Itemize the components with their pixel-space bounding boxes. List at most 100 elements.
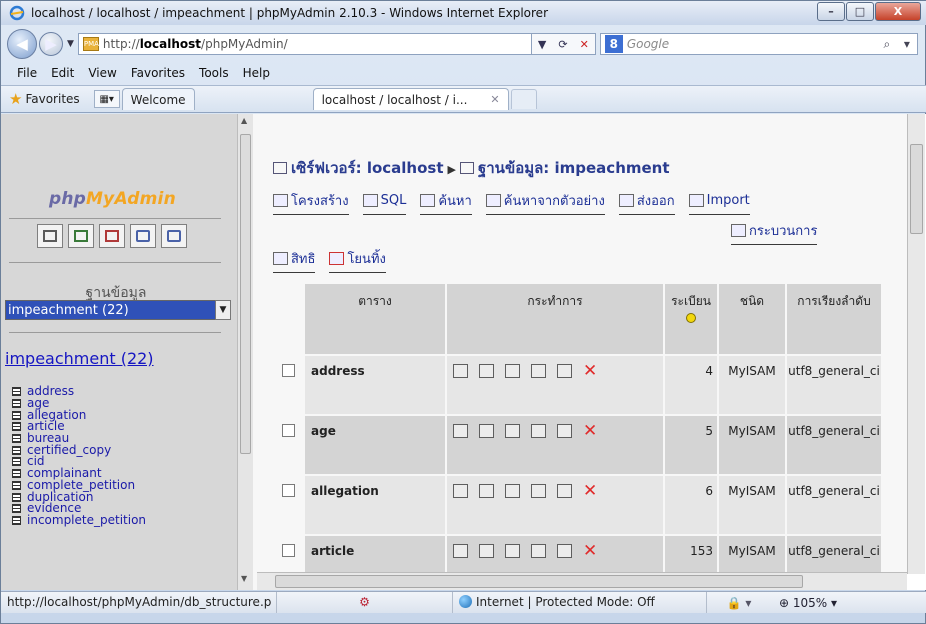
- table-icon[interactable]: [12, 515, 21, 525]
- search-box[interactable]: 8 Google ⌕ ▾: [599, 33, 918, 55]
- refresh-icon[interactable]: ⟳: [552, 38, 573, 51]
- database-link[interactable]: impeachment (22): [5, 349, 154, 368]
- scrollbar-thumb[interactable]: [240, 134, 251, 454]
- home-icon[interactable]: [37, 224, 63, 248]
- scroll-up-icon[interactable]: ▲: [241, 116, 247, 125]
- tab-localhost[interactable]: localhost / localhost / i... ✕: [312, 88, 509, 110]
- table-name[interactable]: address: [305, 356, 445, 414]
- table-list-item[interactable]: incomplete_petition: [12, 514, 146, 527]
- tab-structure[interactable]: โครงสร้าง: [273, 190, 349, 215]
- drop-icon[interactable]: ✕: [583, 543, 598, 560]
- menu-edit[interactable]: Edit: [51, 66, 74, 80]
- chevron-down-icon[interactable]: ▼: [215, 300, 231, 320]
- back-button[interactable]: ◀: [7, 29, 37, 59]
- structure-icon[interactable]: [479, 364, 494, 378]
- menu-help[interactable]: Help: [243, 66, 270, 80]
- tab-privileges[interactable]: สิทธิ: [273, 248, 316, 273]
- row-checkbox[interactable]: [281, 484, 295, 497]
- browse-icon[interactable]: [453, 364, 468, 378]
- row-checkbox[interactable]: [281, 424, 295, 437]
- forward-button[interactable]: ▶: [39, 32, 63, 56]
- menu-favorites[interactable]: Favorites: [131, 66, 185, 80]
- phpmyadmin-logo[interactable]: phpMyAdmin: [49, 189, 176, 209]
- menu-tools[interactable]: Tools: [199, 66, 229, 80]
- empty-icon[interactable]: [557, 364, 572, 378]
- table-icon[interactable]: [12, 480, 21, 490]
- scroll-down-icon[interactable]: ▼: [241, 574, 247, 583]
- tab-operations[interactable]: กระบวนการ: [731, 220, 818, 245]
- documentation-icon[interactable]: [130, 224, 156, 248]
- search-icon[interactable]: ⌕: [877, 37, 897, 52]
- zoom-control[interactable]: ⊕ 105% ▾: [771, 596, 837, 610]
- close-button[interactable]: X: [875, 2, 921, 21]
- protected-mode-icon[interactable]: 🔒 ▾: [707, 596, 771, 610]
- security-zone[interactable]: Internet | Protected Mode: Off: [453, 592, 707, 613]
- minimize-button[interactable]: –: [817, 2, 845, 21]
- structure-icon[interactable]: [479, 424, 494, 438]
- scrollbar-thumb[interactable]: [910, 144, 923, 234]
- tab-export[interactable]: ส่งออก: [618, 190, 675, 215]
- main-horizontal-scrollbar[interactable]: [257, 572, 907, 590]
- table-name[interactable]: allegation: [305, 476, 445, 534]
- drop-icon[interactable]: ✕: [583, 423, 598, 440]
- main-vertical-scrollbar[interactable]: [907, 114, 925, 574]
- insert-icon[interactable]: [531, 484, 546, 498]
- tab-query[interactable]: ค้นหาจากตัวอย่าง: [485, 190, 605, 215]
- new-tab-button[interactable]: [510, 89, 537, 109]
- tab-welcome[interactable]: Welcome: [121, 88, 195, 110]
- table-icon[interactable]: [12, 457, 21, 467]
- privacy-icon[interactable]: ⚙: [277, 592, 453, 613]
- menu-view[interactable]: View: [88, 66, 116, 80]
- table-icon[interactable]: [12, 445, 21, 455]
- row-checkbox[interactable]: [281, 364, 295, 377]
- empty-icon[interactable]: [557, 424, 572, 438]
- table-icon[interactable]: [12, 504, 21, 514]
- search-icon[interactable]: [505, 424, 520, 438]
- empty-icon[interactable]: [557, 484, 572, 498]
- table-icon[interactable]: [12, 410, 21, 420]
- browse-icon[interactable]: [453, 484, 468, 498]
- search-dropdown-icon[interactable]: ▾: [897, 37, 917, 51]
- quick-tabs-icon[interactable]: ▦▾: [93, 90, 120, 108]
- menu-file[interactable]: File: [17, 66, 37, 80]
- tab-import[interactable]: Import: [688, 190, 750, 215]
- tab-search[interactable]: ค้นหา: [420, 190, 472, 215]
- stop-icon[interactable]: ✕: [574, 38, 595, 51]
- left-frame-scrollbar[interactable]: ▲ ▼: [237, 114, 253, 590]
- maximize-button[interactable]: □: [846, 2, 874, 21]
- row-checkbox[interactable]: [281, 544, 295, 557]
- address-dropdown-icon[interactable]: ▼: [532, 38, 552, 51]
- empty-icon[interactable]: [557, 544, 572, 558]
- insert-icon[interactable]: [531, 544, 546, 558]
- table-icon[interactable]: [12, 469, 21, 479]
- breadcrumb-database[interactable]: ฐานข้อมูล: impeachment: [478, 159, 670, 177]
- sql-icon[interactable]: [99, 224, 125, 248]
- close-tab-icon[interactable]: ✕: [490, 93, 499, 106]
- structure-icon[interactable]: [479, 484, 494, 498]
- insert-icon[interactable]: [531, 424, 546, 438]
- scrollbar-thumb[interactable]: [275, 575, 803, 588]
- search-icon[interactable]: [505, 484, 520, 498]
- browse-icon[interactable]: [453, 424, 468, 438]
- table-icon[interactable]: [12, 422, 21, 432]
- table-icon[interactable]: [12, 399, 21, 409]
- insert-icon[interactable]: [531, 364, 546, 378]
- breadcrumb-server[interactable]: เซิร์ฟเวอร์: localhost: [291, 159, 444, 177]
- tab-drop[interactable]: โยนทิ้ง: [329, 248, 386, 273]
- drop-icon[interactable]: ✕: [583, 483, 598, 500]
- search-icon[interactable]: [505, 544, 520, 558]
- structure-icon[interactable]: [479, 544, 494, 558]
- favorites-star-icon[interactable]: ★: [9, 90, 22, 108]
- table-icon[interactable]: [12, 492, 21, 502]
- drop-icon[interactable]: ✕: [583, 363, 598, 380]
- history-dropdown-icon[interactable]: ▼: [67, 39, 74, 49]
- search-icon[interactable]: [505, 364, 520, 378]
- database-select[interactable]: impeachment (22) ▼: [5, 300, 231, 320]
- table-name[interactable]: age: [305, 416, 445, 474]
- mysql-docs-icon[interactable]: [161, 224, 187, 248]
- address-bar[interactable]: PMA http:// localhost /phpMyAdmin/: [77, 33, 532, 55]
- query-window-icon[interactable]: [68, 224, 94, 248]
- table-icon[interactable]: [12, 387, 21, 397]
- favorites-button[interactable]: Favorites: [25, 92, 79, 106]
- table-icon[interactable]: [12, 434, 21, 444]
